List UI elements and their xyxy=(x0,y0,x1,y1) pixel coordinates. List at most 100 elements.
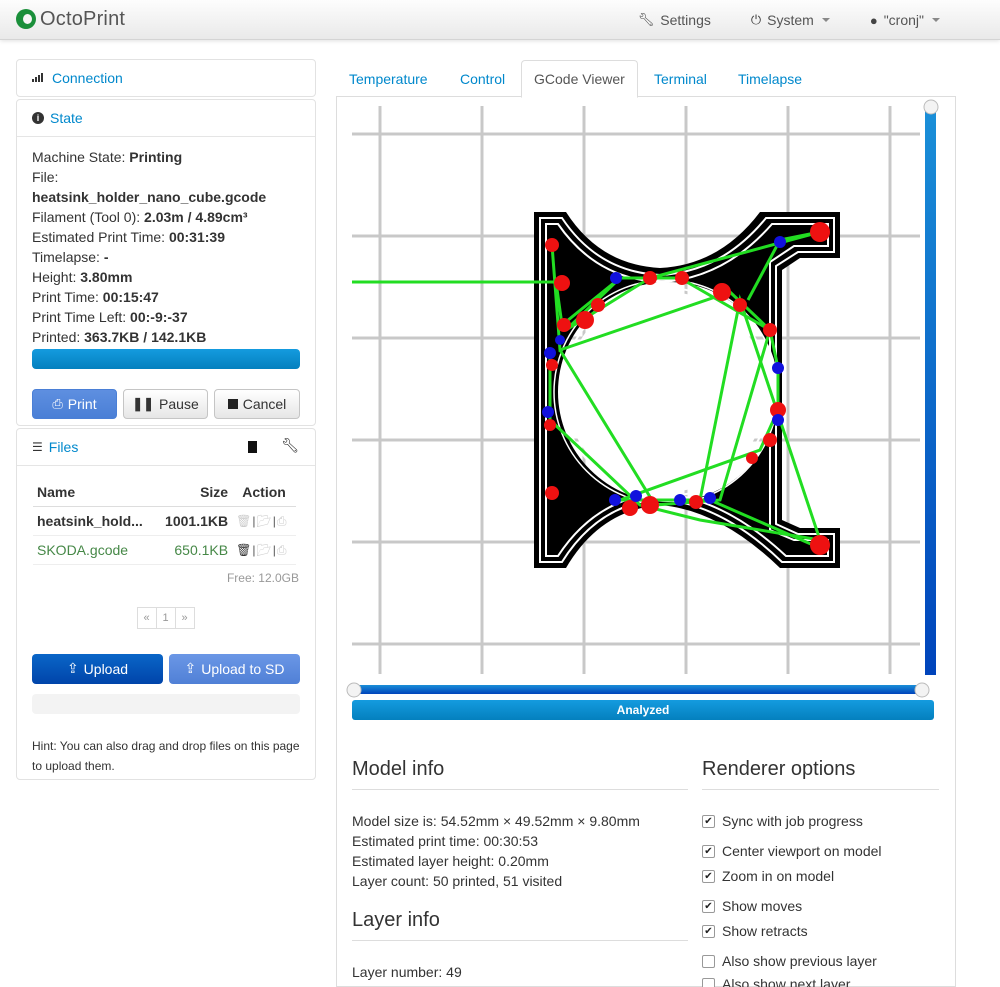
state-title: State xyxy=(50,110,83,126)
renderer-options-title: Renderer options xyxy=(702,758,856,780)
chevron-down-icon xyxy=(932,18,940,22)
files-panel: ☰ Files 🔧︎ Name Size Action heatsink_hol… xyxy=(16,428,316,780)
user-label: "cronj" xyxy=(883,12,924,28)
pause-icon: ❚❚ xyxy=(132,396,155,411)
state-toggle[interactable]: i State xyxy=(17,100,315,137)
height: Height: 3.80mm xyxy=(32,269,133,285)
power-icon: ⏻ xyxy=(750,12,762,27)
file-actions: 🗑︎|📂︎|⎙ xyxy=(232,506,296,536)
user-menu[interactable]: ● "cronj" xyxy=(850,0,1000,40)
pagination: « 1 » xyxy=(17,606,315,629)
divider xyxy=(352,789,688,790)
tab-timelapse[interactable]: Timelapse xyxy=(726,60,814,97)
files-title: Files xyxy=(48,439,79,455)
printer-icon[interactable]: ⎙ xyxy=(277,543,288,557)
option-center-viewport[interactable]: ✔ Center viewport on model xyxy=(702,843,882,859)
sd-card-icon[interactable] xyxy=(248,441,257,453)
printer-icon: ⎙ xyxy=(52,396,63,411)
table-row[interactable]: SKODA.gcode 650.1KB 🗑︎|📂︎|⎙ xyxy=(33,535,296,565)
checkbox[interactable]: ✔ xyxy=(702,924,715,938)
divider xyxy=(702,789,939,790)
brand[interactable]: OctoPrint xyxy=(16,6,125,32)
upload-button[interactable]: ⇪ Upload xyxy=(32,653,163,684)
main-tabs: Temperature Control GCode Viewer Termina… xyxy=(336,60,956,98)
system-menu[interactable]: ⏻ System xyxy=(731,0,850,40)
filament: Filament (Tool 0): 2.03m / 4.89cm³ xyxy=(32,209,248,225)
tab-terminal[interactable]: Terminal xyxy=(642,60,719,97)
folder-open-icon[interactable]: 📂︎ xyxy=(256,514,272,528)
printer-icon[interactable]: ⎙ xyxy=(277,514,288,528)
connection-panel: Connection xyxy=(16,59,316,97)
tab-gcode-viewer[interactable]: GCode Viewer xyxy=(521,60,638,98)
upload-hint: Hint: You can also drag and drop files o… xyxy=(32,738,300,773)
checkbox[interactable] xyxy=(702,954,715,968)
estimated-print-time: Estimated Print Time: 00:31:39 xyxy=(32,229,225,245)
option-show-previous-layer[interactable]: Also show previous layer xyxy=(702,953,877,969)
option-show-retracts[interactable]: ✔ Show retracts xyxy=(702,923,808,939)
pause-button[interactable]: ❚❚ Pause xyxy=(123,389,208,419)
trash-icon[interactable]: 🗑︎ xyxy=(236,543,252,557)
file-name: heatsink_holder_nano_cube.gcode xyxy=(32,189,267,205)
checkbox[interactable]: ✔ xyxy=(702,869,715,883)
col-action: Action xyxy=(232,478,296,507)
checkbox[interactable]: ✔ xyxy=(702,844,715,858)
print-button[interactable]: ⎙ Print xyxy=(32,389,117,419)
table-row[interactable]: heatsink_hold... 1001.1KB 🗑︎|📂︎|⎙ xyxy=(33,506,296,536)
checkbox[interactable]: ✔ xyxy=(702,814,715,828)
estimated-print-time: Estimated print time: 00:30:53 xyxy=(352,833,538,849)
option-show-next-layer[interactable]: Also show next layer xyxy=(702,976,850,987)
connection-title: Connection xyxy=(52,70,123,86)
stop-icon xyxy=(227,399,238,409)
option-show-moves[interactable]: ✔ Show moves xyxy=(702,898,802,914)
chevron-down-icon xyxy=(821,18,830,22)
connection-toggle[interactable]: Connection xyxy=(17,60,315,96)
upload-progress-bar xyxy=(32,693,300,714)
page-1[interactable]: 1 xyxy=(155,606,176,629)
list-icon: ☰ xyxy=(32,440,43,454)
layer-count: Layer count: 50 printed, 51 visited xyxy=(352,873,563,889)
file-size: 1001.1KB xyxy=(155,506,233,536)
checkbox[interactable] xyxy=(702,977,715,987)
files-toggle[interactable]: ☰ Files 🔧︎ xyxy=(17,429,315,466)
timelapse: Timelapse: - xyxy=(32,249,109,265)
brand-name: OctoPrint xyxy=(40,7,126,30)
analysis-progress-bar: Analyzed xyxy=(352,700,934,720)
file-label: File: xyxy=(32,169,59,185)
wrench-icon[interactable]: 🔧︎ xyxy=(281,437,299,454)
user-icon: ● xyxy=(869,12,878,28)
file-name[interactable]: heatsink_hold... xyxy=(33,506,156,536)
signal-icon xyxy=(32,71,46,85)
system-label: System xyxy=(767,12,814,28)
files-table: Name Size Action heatsink_hold... 1001.1… xyxy=(33,478,296,565)
col-size: Size xyxy=(155,478,233,507)
trash-icon[interactable]: 🗑︎ xyxy=(236,514,252,528)
model-info-title: Model info xyxy=(352,758,445,780)
file-name[interactable]: SKODA.gcode xyxy=(33,535,156,565)
upload-sd-button[interactable]: ⇪ Upload to SD xyxy=(169,653,300,684)
top-navbar: OctoPrint 🔧︎ Settings ⏻ System ● "cronj" xyxy=(0,0,1000,40)
machine-state: Machine State: Printing xyxy=(32,149,183,165)
cancel-button[interactable]: Cancel xyxy=(214,389,300,419)
file-size: 650.1KB xyxy=(155,535,233,565)
settings-menu[interactable]: 🔧︎ Settings xyxy=(618,0,731,40)
layer-number: Layer number: 49 xyxy=(352,964,462,980)
layer-info-title: Layer info xyxy=(352,909,440,931)
tab-control[interactable]: Control xyxy=(448,60,517,97)
folder-open-icon[interactable]: 📂︎ xyxy=(256,543,272,557)
model-size: Model size is: 54.52mm × 49.52mm × 9.80m… xyxy=(352,813,640,829)
state-panel: i State Machine State: Printing File: he… xyxy=(16,99,316,426)
print-progress-bar xyxy=(32,349,300,369)
page-next[interactable]: » xyxy=(174,606,195,629)
wrench-icon: 🔧︎ xyxy=(637,12,655,27)
checkbox[interactable]: ✔ xyxy=(702,899,715,913)
tab-temperature[interactable]: Temperature xyxy=(337,60,440,97)
page-prev[interactable]: « xyxy=(136,606,157,629)
option-sync-job-progress[interactable]: ✔ Sync with job progress xyxy=(702,813,863,829)
col-name: Name xyxy=(33,478,156,507)
print-time: Print Time: 00:15:47 xyxy=(32,289,159,305)
printed: Printed: 363.7KB / 142.1KB xyxy=(32,329,207,345)
upload-icon: ⇪ xyxy=(184,660,197,676)
option-zoom-model[interactable]: ✔ Zoom in on model xyxy=(702,868,834,884)
octoprint-logo-icon xyxy=(16,9,36,29)
settings-label: Settings xyxy=(660,12,711,28)
